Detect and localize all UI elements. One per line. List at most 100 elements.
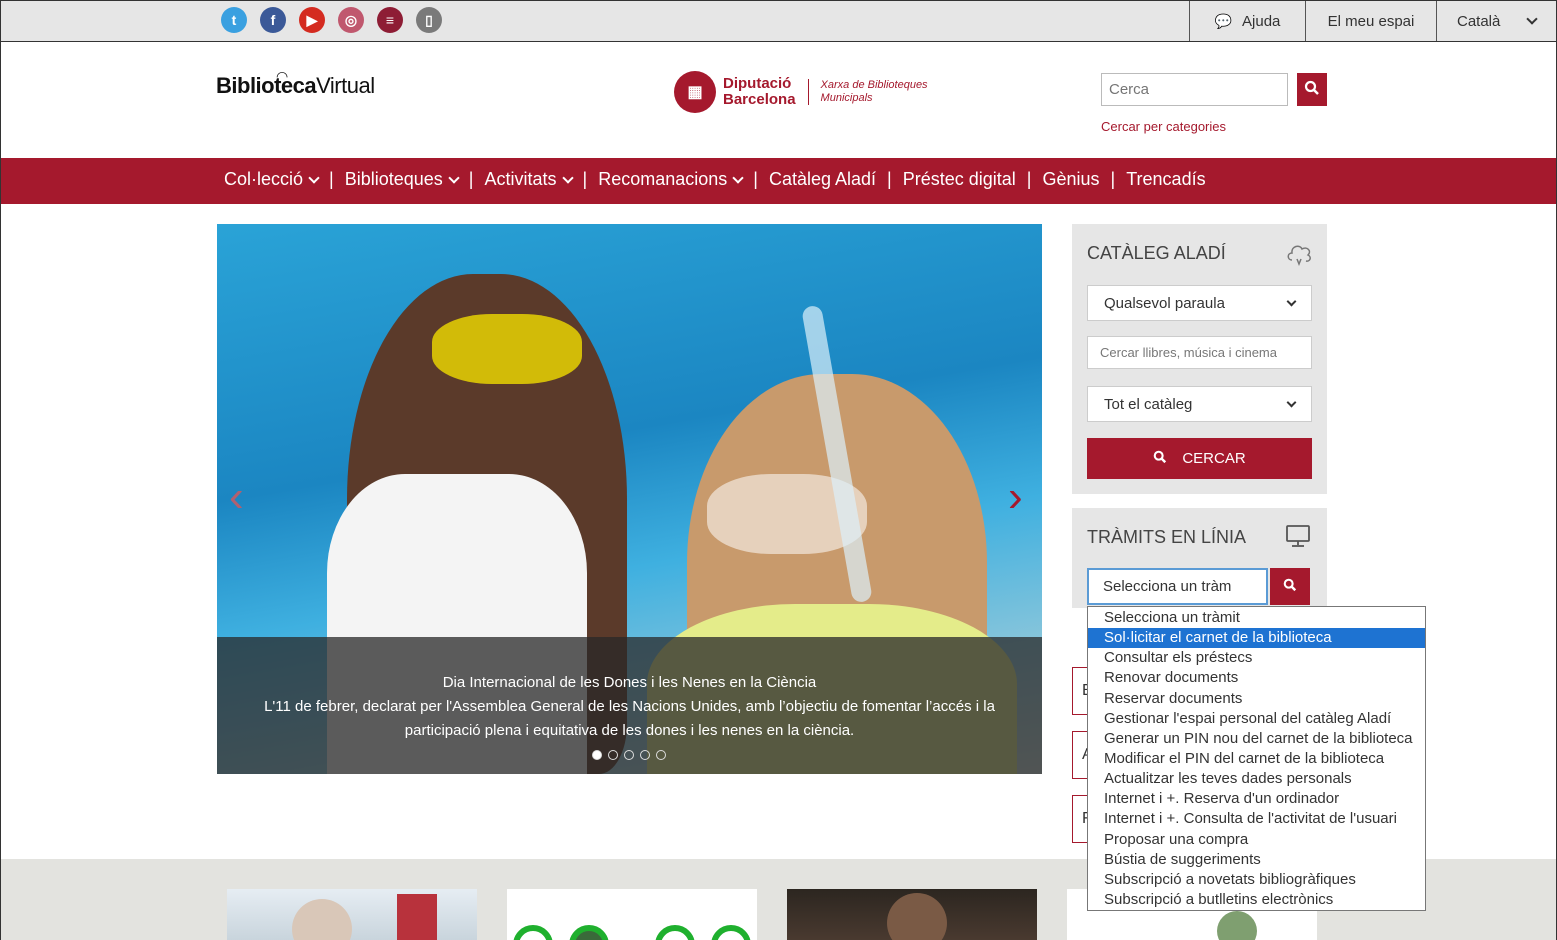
featured-card[interactable]	[507, 889, 757, 940]
nav-item[interactable]: Recomanacions	[598, 169, 744, 190]
my-space-link[interactable]: El meu espai	[1305, 1, 1436, 41]
carousel-dot[interactable]	[624, 750, 634, 760]
youtube-icon[interactable]: ▶	[299, 7, 325, 33]
nav-item-label: Recomanacions	[598, 169, 728, 189]
carousel-dot[interactable]	[608, 750, 618, 760]
nav-item-label: Préstec digital	[902, 169, 1016, 189]
main-nav: Col·lecció | Biblioteques | Activitats | Recom…	[1, 158, 1556, 204]
scope-select[interactable]: Tot el catàleg	[1087, 386, 1312, 422]
chevron-down-icon	[448, 171, 460, 184]
nav-item[interactable]: Biblioteques	[345, 169, 460, 190]
diputacio-seal-icon: ▦	[674, 71, 716, 113]
biblioteca-virtual-logo[interactable]: ◠ BibliotecaVirtual	[216, 68, 375, 99]
dropdown-option[interactable]: Reservar documents	[1088, 689, 1425, 709]
language-label: Català	[1457, 12, 1501, 30]
tramits-title: TRÀMITS EN LÍNIA	[1087, 527, 1247, 547]
dropdown-option[interactable]: Internet i +. Reserva d'un ordinador	[1088, 789, 1425, 809]
xarxa-label: Xarxa de Biblioteques Municipals	[821, 79, 928, 105]
nav-separator: |	[887, 169, 892, 189]
dropdown-option[interactable]: Internet i +. Consulta de l'activitat de…	[1088, 809, 1425, 829]
nav-separator: |	[1110, 169, 1116, 189]
catalog-panel: CATÀLEG ALADÍ Qualsevol paraula Cercar l…	[1072, 224, 1327, 494]
word-select[interactable]: Qualsevol paraula	[1087, 285, 1312, 321]
facebook-icon[interactable]: f	[260, 7, 286, 33]
dropdown-option[interactable]: Actualitzar les teves dades personals	[1088, 769, 1425, 789]
hero-image-goggles	[432, 314, 582, 384]
top-bar: t f ▶ ◎ ≡ ▯ 💬 Ajuda El meu espai Català	[1, 1, 1556, 42]
search-icon	[1153, 450, 1167, 468]
featured-card[interactable]	[227, 889, 477, 940]
nav-item[interactable]: Trencadís	[1126, 169, 1205, 190]
dropdown-option[interactable]: Generar un PIN nou del carnet de la bibl…	[1088, 729, 1425, 749]
catalog-search-button[interactable]: CERCAR	[1087, 438, 1312, 479]
diputacio-logo[interactable]: ▦ Diputació Barcelona Xarxa de Biblioteq…	[674, 71, 928, 113]
dropdown-option[interactable]: Subscripció a novetats bibliogràfiques	[1088, 870, 1425, 890]
featured-card[interactable]	[787, 889, 1037, 940]
carousel-dot[interactable]	[640, 750, 650, 760]
instagram-icon[interactable]: ◎	[338, 7, 364, 33]
nav-item[interactable]: Col·lecció	[224, 169, 320, 190]
language-selector[interactable]: Català	[1436, 1, 1556, 41]
hero-caption-body: L'11 de febrer, declarat per l'Assemblea…	[264, 698, 995, 739]
hero-caption-title: Dia Internacional de les Dones i les Nen…	[442, 674, 817, 691]
nav-item[interactable]: Préstec digital	[903, 169, 1016, 190]
carousel-dots	[592, 750, 666, 760]
mobile-icon[interactable]: ▯	[416, 7, 442, 33]
monitor-icon	[1285, 524, 1313, 550]
carousel-dot[interactable]	[656, 750, 666, 760]
dropdown-option[interactable]: Sol·licitar el carnet de la biblioteca	[1088, 628, 1425, 649]
tramit-dropdown-list: Selecciona un tràmit Sol·licitar el carne…	[1087, 606, 1426, 911]
catalog-title: CATÀLEG ALADÍ	[1087, 243, 1226, 263]
logo-light: Virtual	[316, 73, 375, 98]
carousel-prev-button[interactable]: ‹	[229, 475, 251, 519]
logo-bold: Biblioteca	[216, 73, 317, 98]
nav-item[interactable]: Gènius	[1042, 169, 1099, 190]
tramits-panel: TRÀMITS EN LÍNIA Selecciona un tràm	[1072, 508, 1327, 608]
dropdown-option[interactable]: Selecciona un tràmit	[1088, 608, 1425, 628]
nav-item[interactable]: Catàleg Aladí	[769, 169, 876, 190]
search-input[interactable]	[1101, 73, 1288, 106]
nav-item-label: Activitats	[484, 169, 557, 189]
tramit-select[interactable]: Selecciona un tràm	[1087, 568, 1268, 605]
catalog-search-label: CERCAR	[1182, 450, 1246, 467]
catalog-search-input[interactable]: Cercar llibres, música i cinema	[1087, 336, 1312, 369]
chevron-down-icon	[1286, 397, 1297, 407]
blog-icon[interactable]: ≡	[377, 7, 403, 33]
carousel-dot[interactable]	[592, 750, 602, 760]
scope-select-value: Tot el catàleg	[1104, 395, 1193, 413]
carousel-next-button[interactable]: ›	[1008, 475, 1030, 519]
nav-separator: |	[329, 169, 334, 189]
search-categories-link[interactable]: Cercar per categories	[1101, 119, 1226, 134]
card-image-ring	[711, 925, 751, 940]
tramit-go-button[interactable]	[1270, 568, 1310, 605]
card-image-globe	[569, 925, 609, 940]
nav-separator: |	[582, 169, 588, 189]
dropdown-option[interactable]: Bústia de suggeriments	[1088, 850, 1425, 870]
social-links: t f ▶ ◎ ≡ ▯	[221, 7, 442, 33]
dropdown-option[interactable]: Consultar els préstecs	[1088, 648, 1425, 668]
top-nav: 💬 Ajuda El meu espai Català	[1189, 1, 1556, 41]
nav-item-label: Col·lecció	[224, 169, 304, 189]
dropdown-option[interactable]: Gestionar l'espai personal del catàleg A…	[1088, 709, 1425, 729]
hero-carousel: ‹ › Dia Internacional de les Dones i les…	[217, 224, 1042, 774]
chevron-down-icon	[308, 171, 320, 184]
card-image-ring	[513, 925, 553, 940]
dropdown-option[interactable]: Modificar el PIN del carnet de la biblio…	[1088, 749, 1425, 769]
twitter-icon[interactable]: t	[221, 7, 247, 33]
nav-item[interactable]: Activitats	[484, 169, 574, 190]
help-link[interactable]: 💬 Ajuda	[1189, 1, 1305, 41]
dipu-line1: Diputació	[723, 75, 792, 92]
card-image-face	[887, 893, 947, 940]
xarxa-line2: Municipals	[820, 92, 873, 104]
word-select-value: Qualsevol paraula	[1104, 294, 1225, 312]
dropdown-option[interactable]: Subscripció a butlletins electrònics	[1088, 890, 1425, 910]
search-icon	[1283, 578, 1297, 595]
nav-separator: |	[753, 169, 758, 189]
dropdown-option[interactable]: Proposar una compra	[1088, 830, 1425, 850]
dipu-line2: Barcelona	[723, 91, 796, 108]
dropdown-option[interactable]: Renovar documents	[1088, 668, 1425, 688]
xarxa-line1: Xarxa de Biblioteques	[820, 79, 928, 91]
search-button[interactable]	[1297, 73, 1327, 106]
chevron-down-icon	[1286, 296, 1297, 306]
wifi-icon: ◠	[276, 68, 288, 84]
